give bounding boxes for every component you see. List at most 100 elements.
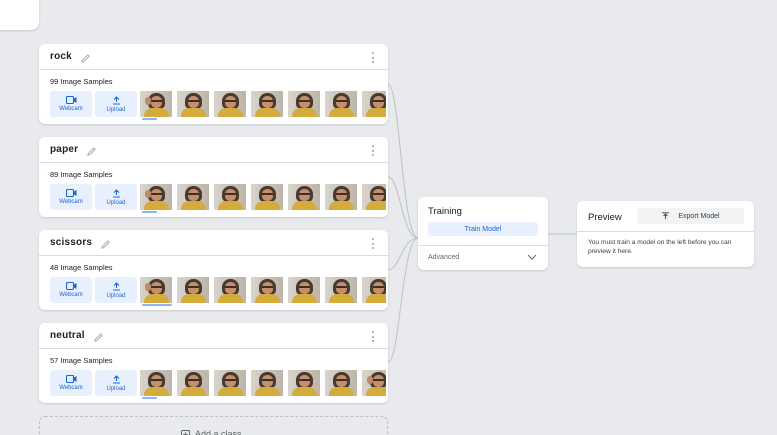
add-class-button[interactable]: Add a class	[39, 416, 388, 435]
upload-button[interactable]: Upload	[95, 91, 137, 117]
class-name[interactable]: scissors	[50, 237, 92, 248]
sample-count: 99 Image Samples	[50, 77, 113, 86]
class-name[interactable]: rock	[50, 51, 72, 62]
scroll-indicator[interactable]	[142, 118, 157, 120]
upload-label: Upload	[106, 292, 126, 299]
more-vert-icon[interactable]	[371, 145, 374, 156]
class-name[interactable]: paper	[50, 144, 78, 155]
pencil-icon[interactable]	[80, 51, 91, 63]
samples-row: Webcam Upload	[50, 91, 386, 117]
sample-count: 57 Image Samples	[50, 356, 113, 365]
webcam-icon	[65, 96, 76, 104]
sample-thumbnail[interactable]	[325, 277, 357, 303]
webcam-button[interactable]: Webcam	[50, 277, 92, 303]
sample-thumbnail[interactable]	[362, 91, 386, 117]
upload-button[interactable]: Upload	[95, 277, 137, 303]
sample-thumbnail[interactable]	[140, 184, 172, 210]
divider	[577, 231, 754, 232]
upload-icon	[112, 95, 120, 105]
sample-thumbnail[interactable]	[325, 91, 357, 117]
scroll-indicator[interactable]	[142, 304, 172, 306]
sample-thumbnail[interactable]	[177, 184, 209, 210]
webcam-icon	[65, 189, 76, 197]
samples-row: Webcam Upload	[50, 184, 386, 210]
upload-label: Upload	[106, 199, 126, 206]
upload-icon	[112, 281, 120, 291]
sample-count: 48 Image Samples	[50, 263, 113, 272]
webcam-label: Webcam	[59, 106, 83, 112]
webcam-icon	[65, 282, 76, 290]
upload-icon	[112, 374, 120, 384]
class-card-header: paper	[39, 137, 388, 163]
sample-thumbnail[interactable]	[177, 370, 209, 396]
pencil-icon[interactable]	[86, 144, 97, 156]
class-card-header: neutral	[39, 323, 388, 349]
samples-row: Webcam Upload	[50, 277, 386, 303]
training-panel: Training Train Model Advanced	[418, 197, 548, 270]
sample-thumbnail[interactable]	[288, 370, 320, 396]
sample-thumbnail[interactable]	[251, 370, 283, 396]
webcam-label: Webcam	[59, 292, 83, 298]
webcam-button[interactable]: Webcam	[50, 91, 92, 117]
upload-icon	[112, 188, 120, 198]
sample-thumbnail[interactable]	[214, 277, 246, 303]
sample-thumbnail[interactable]	[140, 370, 172, 396]
advanced-toggle[interactable]: Advanced	[428, 254, 459, 261]
webcam-label: Webcam	[59, 385, 83, 391]
divider	[418, 245, 548, 246]
sample-thumbnail[interactable]	[251, 184, 283, 210]
webcam-icon	[65, 375, 76, 383]
sample-thumbnail[interactable]	[177, 91, 209, 117]
class-card-scissors: scissors 48 Image Samples Webcam Upload	[39, 230, 388, 310]
sample-thumbnail[interactable]	[140, 277, 172, 303]
export-icon	[662, 212, 670, 219]
pencil-icon[interactable]	[100, 237, 111, 249]
upload-label: Upload	[106, 385, 126, 392]
upload-button[interactable]: Upload	[95, 370, 137, 396]
sample-thumbnail[interactable]	[325, 184, 357, 210]
sample-thumbnail[interactable]	[251, 91, 283, 117]
sample-thumbnail[interactable]	[140, 91, 172, 117]
scroll-indicator[interactable]	[142, 211, 157, 213]
sample-thumbnail[interactable]	[214, 91, 246, 117]
class-card-paper: paper 89 Image Samples Webcam Upload	[39, 137, 388, 217]
sample-thumbnail[interactable]	[214, 370, 246, 396]
scroll-indicator[interactable]	[142, 397, 157, 399]
sample-thumbnail[interactable]	[177, 277, 209, 303]
export-model-label: Export Model	[678, 212, 720, 220]
upload-button[interactable]: Upload	[95, 184, 137, 210]
preview-message: You must train a model on the left befor…	[588, 239, 732, 255]
sample-thumbnail[interactable]	[288, 91, 320, 117]
class-card-rock: rock 99 Image Samples Webcam Upload	[39, 44, 388, 124]
export-model-button[interactable]: Export Model	[637, 208, 744, 224]
more-vert-icon[interactable]	[371, 238, 374, 249]
sample-thumbnail[interactable]	[288, 184, 320, 210]
class-card-header: rock	[39, 44, 388, 70]
sample-thumbnail[interactable]	[251, 277, 283, 303]
chevron-down-icon[interactable]	[527, 254, 537, 260]
class-card-neutral: neutral 57 Image Samples Webcam Upload	[39, 323, 388, 403]
more-vert-icon[interactable]	[371, 331, 374, 342]
samples-row: Webcam Upload	[50, 370, 386, 396]
upload-label: Upload	[106, 106, 126, 113]
webcam-button[interactable]: Webcam	[50, 184, 92, 210]
class-name[interactable]: neutral	[50, 330, 85, 341]
sample-thumbnail[interactable]	[288, 277, 320, 303]
sample-thumbnail[interactable]	[325, 370, 357, 396]
pencil-icon[interactable]	[93, 330, 104, 342]
sample-count: 89 Image Samples	[50, 170, 113, 179]
sample-thumbnail[interactable]	[362, 277, 386, 303]
preview-title: Preview	[588, 212, 622, 223]
add-box-icon	[181, 429, 190, 435]
webcam-label: Webcam	[59, 199, 83, 205]
sample-thumbnail[interactable]	[362, 184, 386, 210]
add-class-label: Add a class	[195, 429, 242, 435]
more-vert-icon[interactable]	[371, 52, 374, 63]
webcam-button[interactable]: Webcam	[50, 370, 92, 396]
class-card-header: scissors	[39, 230, 388, 256]
sample-thumbnail[interactable]	[362, 370, 386, 396]
preview-panel: Preview Export Model You must train a mo…	[577, 201, 754, 267]
train-model-button[interactable]: Train Model	[428, 222, 538, 236]
sample-thumbnail[interactable]	[214, 184, 246, 210]
training-title: Training	[428, 206, 462, 217]
